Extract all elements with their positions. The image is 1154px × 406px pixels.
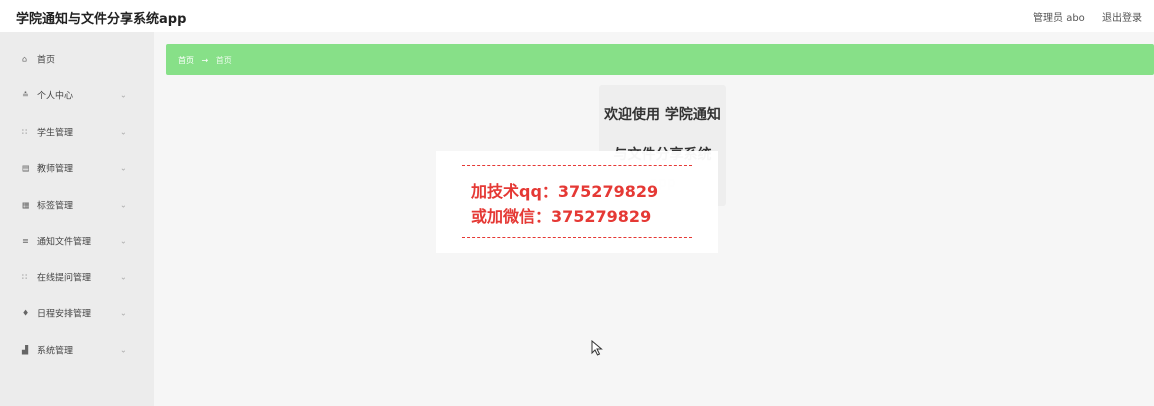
notice-qq: 加技术qq：375279829	[471, 182, 659, 201]
home-icon: ⌂	[22, 54, 28, 64]
sidebar-item-system[interactable]: ▟ 系统管理 ⌄	[0, 332, 154, 368]
chevron-down-icon: ⌄	[120, 200, 127, 210]
breadcrumb-arrow-icon: →	[201, 56, 209, 65]
sidebar-item-label: 日程安排管理	[37, 309, 92, 320]
chevron-down-icon: ⌄	[120, 272, 127, 282]
user-controls: 管理员 abo 退出登录	[1033, 9, 1142, 24]
sidebar-item-online-questions[interactable]: ∷ 在线提问管理 ⌄	[0, 259, 154, 295]
chevron-down-icon: ⌄	[120, 308, 127, 318]
chevron-down-icon: ⌄	[120, 127, 127, 137]
app-title: 学院通知与文件分享系统app	[16, 12, 187, 27]
sidebar-item-label: 首页	[37, 55, 56, 66]
location-icon: ♦	[22, 308, 30, 318]
notice-wechat: 或加微信：375279829	[471, 207, 652, 226]
sidebar-item-tags[interactable]: ▦ 标签管理 ⌄	[0, 187, 154, 223]
sidebar-item-notice-files[interactable]: ≡ 通知文件管理 ⌄	[0, 223, 154, 259]
sidebar-item-label: 教师管理	[37, 164, 74, 175]
sidebar: ⌂ 首页 ≛ 个人中心 ⌄ ∷ 学生管理 ⌄ ▤ 教师管理 ⌄ ▦ 标签管理 ⌄…	[0, 32, 154, 406]
contact-notice: 加技术qq：375279829 或加微信：375279829	[436, 151, 718, 253]
breadcrumb-current: 首页	[215, 56, 232, 65]
sidebar-item-label: 通知文件管理	[37, 237, 92, 248]
chevron-down-icon: ⌄	[120, 236, 127, 246]
chart-icon: ▟	[22, 345, 29, 355]
sidebar-item-home[interactable]: ⌂ 首页	[0, 41, 154, 77]
divider	[462, 237, 692, 238]
book-icon: ▤	[22, 163, 30, 173]
chevron-down-icon: ⌄	[120, 90, 127, 100]
breadcrumb: 首页 → 首页	[166, 44, 1154, 75]
logout-button[interactable]: 退出登录	[1102, 13, 1142, 24]
sidebar-item-label: 学生管理	[37, 128, 74, 139]
mouse-cursor-icon	[591, 340, 603, 356]
grid-icon: ∷	[22, 272, 28, 282]
breadcrumb-root[interactable]: 首页	[178, 56, 194, 65]
sidebar-item-label: 个人中心	[37, 91, 74, 102]
user-icon: ≛	[22, 90, 29, 100]
sidebar-item-students[interactable]: ∷ 学生管理 ⌄	[0, 114, 154, 150]
sidebar-item-teachers[interactable]: ▤ 教师管理 ⌄	[0, 150, 154, 186]
grid-icon: ∷	[22, 127, 28, 137]
admin-username: 管理员 abo	[1033, 13, 1085, 24]
sidebar-item-label: 标签管理	[37, 201, 74, 212]
sidebar-item-label: 在线提问管理	[37, 273, 92, 284]
chevron-down-icon: ⌄	[120, 345, 127, 355]
sidebar-item-schedule[interactable]: ♦ 日程安排管理 ⌄	[0, 295, 154, 331]
chevron-down-icon: ⌄	[120, 163, 127, 173]
top-bar: 学院通知与文件分享系统app 管理员 abo 退出登录	[0, 0, 1154, 32]
divider	[462, 165, 692, 166]
welcome-line-1: 欢迎使用 学院通知	[604, 107, 721, 123]
sidebar-item-personal-center[interactable]: ≛ 个人中心 ⌄	[0, 77, 154, 113]
list-icon: ≡	[22, 236, 29, 246]
tag-icon: ▦	[22, 200, 30, 210]
sidebar-item-label: 系统管理	[37, 346, 74, 357]
